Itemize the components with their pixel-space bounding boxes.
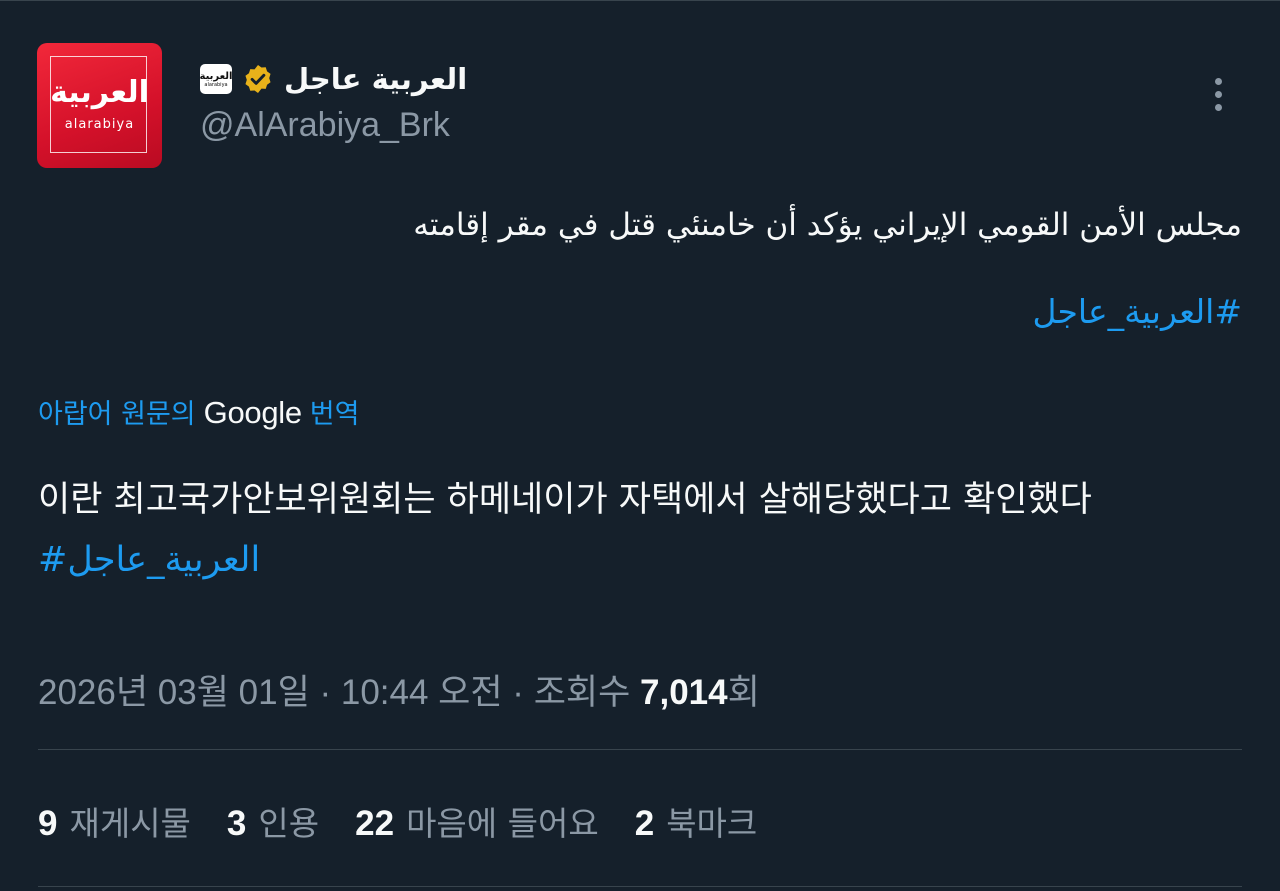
- translated-text: 이란 최고국가안보위원회는 하메네이가 자택에서 살해당했다고 확인했다 #ال…: [38, 470, 1238, 590]
- google-brand: Google: [203, 395, 302, 430]
- translated-body: 이란 최고국가안보위원회는 하메네이가 자택에서 살해당했다고 확인했다: [38, 480, 1092, 520]
- bookmarks-stat[interactable]: 2 북마크: [635, 797, 758, 845]
- translate-suffix: 번역: [309, 399, 360, 430]
- view-count: 7,014: [640, 673, 728, 712]
- translate-prefix: 아랍어 원문의: [38, 399, 196, 430]
- reposts-stat[interactable]: 9 재게시물: [38, 797, 191, 845]
- reposts-count: 9: [38, 804, 58, 843]
- translated-hashtag[interactable]: #العربية_عاجل: [38, 540, 260, 580]
- avatar-logo-arabic: العربية: [50, 75, 149, 110]
- more-dot: [1214, 103, 1222, 111]
- avatar[interactable]: العربية alarabiya: [37, 43, 162, 168]
- tweet-detail: العربية alarabiya العربية alarabiya العر…: [0, 0, 1280, 891]
- meta-divider: [38, 749, 1242, 750]
- more-dot: [1214, 90, 1222, 98]
- affiliation-logo-arabic: العربية: [199, 70, 233, 82]
- tweet-meta: 2026년 03월 01일 · 10:44 오전 · 조회수 7,014회: [38, 664, 760, 715]
- display-name[interactable]: العربية عاجل: [284, 62, 467, 96]
- top-divider: [0, 0, 1280, 1]
- engagement-stats: 9 재게시물 3 인용 22 마음에 들어요 2 북마크: [38, 798, 757, 844]
- bookmarks-count: 2: [634, 804, 655, 843]
- user-handle[interactable]: @AlArabiya_Brk: [200, 106, 450, 145]
- quotes-count: 3: [226, 804, 247, 843]
- quotes-stat[interactable]: 3 인용: [227, 797, 319, 845]
- likes-stat[interactable]: 22 마음에 들어요: [355, 797, 599, 845]
- avatar-logo-latin: alarabiya: [64, 117, 135, 132]
- reposts-label: 재게시물: [69, 804, 191, 843]
- tweet-hashtag[interactable]: #العربية_عاجل: [1033, 292, 1242, 331]
- likes-count: 22: [355, 804, 395, 843]
- author-name-row[interactable]: العربية alarabiya العربية عاجل: [200, 58, 468, 100]
- likes-label: 마음에 들어요: [406, 804, 599, 843]
- bookmarks-label: 북마크: [666, 804, 758, 843]
- affiliation-logo-icon[interactable]: العربية alarabiya: [200, 64, 232, 94]
- stats-divider: [38, 886, 1242, 887]
- google-translate-link[interactable]: 아랍어 원문의 Google 번역: [38, 392, 359, 431]
- view-count-suffix: 회: [727, 673, 760, 712]
- tweet-text: مجلس الأمن القومي الإيراني يؤكد أن خامنئ…: [413, 207, 1242, 243]
- tweet-datetime[interactable]: 2026년 03월 01일 · 10:44 오전 · 조회수: [38, 673, 640, 712]
- more-options-button[interactable]: [1196, 70, 1240, 118]
- verified-badge-icon[interactable]: [242, 63, 274, 95]
- quotes-label: 인용: [258, 804, 320, 843]
- affiliation-logo-latin: alarabiya: [204, 81, 228, 88]
- more-vertical-icon: [1214, 77, 1222, 85]
